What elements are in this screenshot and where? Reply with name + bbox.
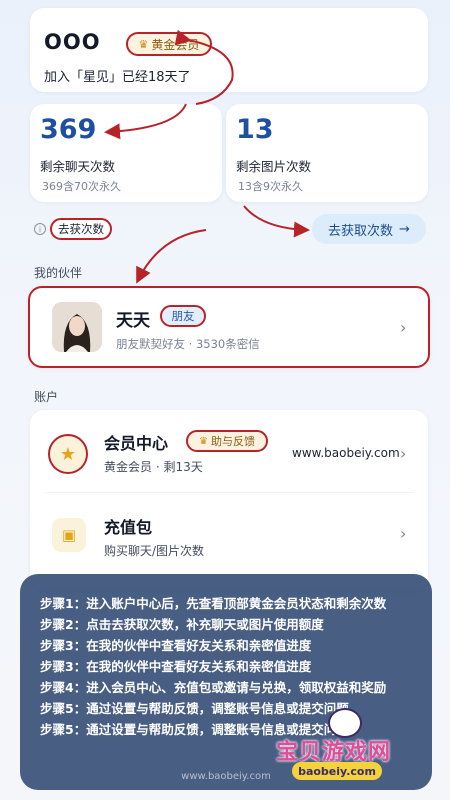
member-center-label[interactable]: 会员中心 <box>104 430 168 454</box>
chat-count-label: 剩余聊天次数 <box>40 159 116 174</box>
partner-name: 天天 <box>116 311 150 331</box>
avatar <box>52 302 102 352</box>
member-center-url: www.baobeiy.com <box>292 446 400 460</box>
info-icon: i <box>34 223 46 235</box>
step-item: 步骤4：进入会员中心、充值包或邀请与兑换，领取权益和奖励 <box>40 680 387 695</box>
chat-count-value: 369 <box>40 114 97 145</box>
chevron-right-icon: › <box>400 444 407 463</box>
vip-badge-label: 黄金会员 <box>151 37 200 52</box>
step-item: 步骤2：点击去获取次数，补充聊天或图片使用额度 <box>40 617 324 632</box>
partner-card[interactable]: 天天 朋友 朋友默契好友 · 3530条密信 › <box>28 286 430 368</box>
image-count-label: 剩余图片次数 <box>236 159 312 174</box>
joined-days-text: 加入「星见」已经18天了 <box>44 70 191 85</box>
step-item: 步骤1：进入账户中心后，先查看顶部黄金会员状态和剩余次数 <box>40 596 387 611</box>
watermark-logo: 宝贝游戏网 baobeiy.com <box>276 708 436 784</box>
divider <box>44 492 414 493</box>
profile-card: OOO ♛ 黄金会员 加入「星见」已经18天了 <box>30 8 428 92</box>
watermark-url: baobeiy.com <box>292 762 382 780</box>
member-center-sub: 黄金会员 · 剩13天 <box>104 460 203 474</box>
step-item: 步骤3：在我的伙伴中查看好友关系和亲密值进度 <box>40 659 312 674</box>
image-count-value: 13 <box>236 114 274 145</box>
help-feedback-label: 助与反馈 <box>210 435 255 448</box>
get-count-button-label: 去获取次数 <box>328 223 394 239</box>
get-count-button[interactable]: 去获取次数 → <box>312 214 426 244</box>
partner-description: 朋友默契好友 · 3530条密信 <box>116 337 260 351</box>
arrow-right-icon: → <box>399 221 410 237</box>
help-feedback-badge[interactable]: ♛ 助与反馈 <box>186 430 268 452</box>
arrow-to-partner <box>136 229 207 284</box>
crown-icon: ♛ <box>138 37 149 51</box>
recharge-label[interactable]: 充值包 <box>104 514 152 538</box>
star-icon: ★ <box>48 434 88 474</box>
arrow-to-get-count <box>243 205 310 238</box>
account-card: ★ 会员中心 ♛ 助与反馈 黄金会员 · 剩13天 www.baobeiy.co… <box>30 410 428 590</box>
chat-count-sub: 369含70次永久 <box>42 180 121 193</box>
gift-icon: ▣ <box>52 518 86 552</box>
partner-section-title: 我的伙伴 <box>34 266 83 280</box>
chevron-right-icon: › <box>400 318 407 337</box>
chevron-right-icon: › <box>400 524 407 543</box>
get-count-link-label: 去获次数 <box>50 218 112 240</box>
thumb-icon: ♛ <box>199 435 208 447</box>
chat-count-card[interactable]: 369 剩余聊天次数 369含70次永久 <box>30 104 222 202</box>
get-count-link[interactable]: i 去获次数 <box>34 218 112 240</box>
account-section-title: 账户 <box>34 390 59 404</box>
image-count-card[interactable]: 13 剩余图片次数 13含9次永久 <box>226 104 428 202</box>
step-item: 步骤3：在我的伙伴中查看好友关系和亲密值进度 <box>40 638 312 653</box>
vip-badge[interactable]: ♛ 黄金会员 <box>126 32 212 56</box>
friend-badge: 朋友 <box>160 305 206 327</box>
image-count-sub: 13含9次永久 <box>238 180 303 193</box>
username: OOO <box>44 30 101 54</box>
recharge-sub: 购买聊天/图片次数 <box>104 544 205 558</box>
